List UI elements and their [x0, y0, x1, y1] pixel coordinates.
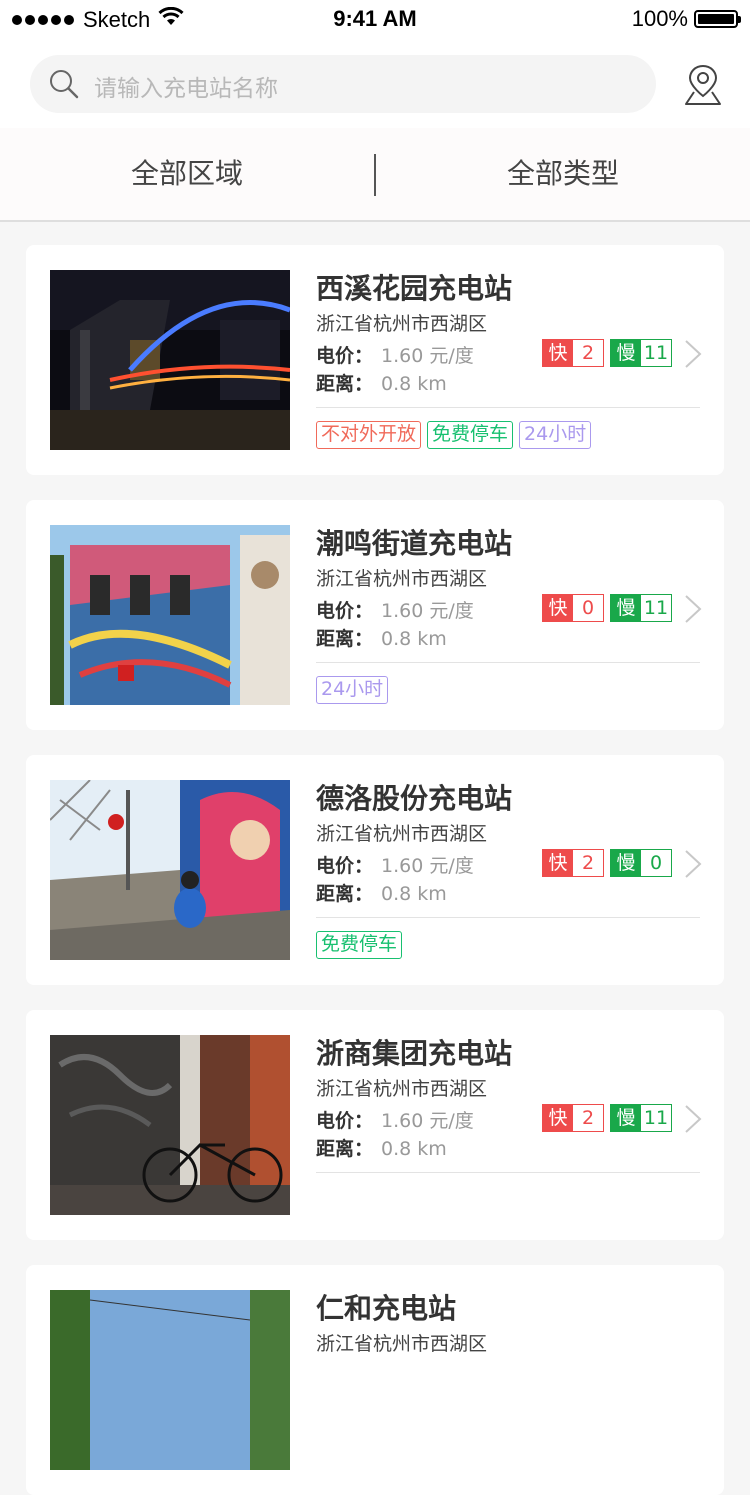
search-input[interactable]: 请输入充电站名称: [30, 55, 656, 113]
fast-count: 2: [573, 1105, 603, 1131]
fast-charger-badge: 快2: [542, 849, 604, 877]
price-row: 电价： 1.60 元/度: [316, 341, 474, 368]
price-value: 1.60 元/度: [381, 345, 474, 367]
battery-percent: 100%: [631, 6, 688, 31]
distance-label: 距离：: [316, 373, 374, 395]
battery-area: 100%: [631, 6, 741, 32]
station-photo: [50, 1035, 290, 1215]
slow-label: 慢: [611, 850, 641, 876]
price-label: 电价：: [316, 600, 374, 622]
distance-row: 距离： 0.8 km: [316, 369, 447, 396]
station-address: 浙江省杭州市西湖区: [316, 1078, 488, 1100]
station-address: 浙江省杭州市西湖区: [316, 568, 488, 590]
chevron-right-icon: [682, 339, 704, 373]
distance-row: 距离： 0.8 km: [316, 879, 447, 906]
divider: [316, 1172, 700, 1173]
fast-charger-badge: 快2: [542, 1104, 604, 1132]
tag-list: 免费停车: [316, 931, 408, 959]
tag: 免费停车: [427, 421, 514, 449]
fast-charger-badge: 快2: [542, 339, 604, 367]
station-address: 浙江省杭州市西湖区: [316, 313, 488, 335]
station-name: 德洛股份充电站: [316, 782, 513, 815]
station-photo: [50, 780, 290, 960]
price-row: 电价： 1.60 元/度: [316, 851, 474, 878]
price-value: 1.60 元/度: [381, 600, 474, 622]
station-photo: [50, 270, 290, 450]
slow-charger-badge: 慢 11: [610, 339, 672, 367]
fast-count: 0: [573, 595, 603, 621]
station-photo: [50, 1290, 290, 1470]
station-name: 浙商集团充电站: [316, 1037, 513, 1070]
station-address: 浙江省杭州市西湖区: [316, 823, 488, 845]
fast-charger-badge: 快0: [542, 594, 604, 622]
search-icon: [48, 68, 80, 104]
distance-row: 距离： 0.8 km: [316, 1134, 447, 1161]
price-label: 电价：: [316, 345, 374, 367]
tag: 不对外开放: [316, 421, 422, 449]
fast-label: 快: [543, 595, 573, 621]
distance-label: 距离：: [316, 628, 374, 650]
slow-charger-badge: 慢 11: [610, 1104, 672, 1132]
station-address: 浙江省杭州市西湖区: [316, 1333, 488, 1355]
fast-count: 2: [573, 340, 603, 366]
status-bar: Sketch 9:41 AM 100%: [0, 0, 750, 40]
distance-label: 距离：: [316, 883, 374, 905]
search-placeholder: 请输入充电站名称: [94, 76, 278, 102]
filter-bar: 全部区域 全部类型: [0, 128, 750, 222]
station-card[interactable]: 仁和充电站 浙江省杭州市西湖区: [26, 1265, 724, 1495]
station-card[interactable]: 潮鸣街道充电站 浙江省杭州市西湖区 电价： 1.60 元/度 距离： 0.8 km …: [26, 500, 724, 730]
search-header: 请输入充电站名称: [0, 40, 750, 128]
distance-row: 距离： 0.8 km: [316, 624, 447, 651]
chevron-right-icon: [682, 594, 704, 628]
station-name: 西溪花园充电站: [316, 272, 513, 305]
slow-label: 慢: [611, 340, 641, 366]
slow-charger-badge: 慢0: [610, 849, 672, 877]
fast-label: 快: [543, 850, 573, 876]
map-pin-icon: [685, 64, 721, 105]
tag: 24小时: [316, 676, 389, 704]
battery-icon: [694, 10, 741, 28]
station-card[interactable]: 德洛股份充电站 浙江省杭州市西湖区 电价： 1.60 元/度 距离： 0.8 km …: [26, 755, 724, 985]
divider: [316, 662, 700, 663]
station-name: 潮鸣街道充电站: [316, 527, 513, 560]
station-photo: [50, 525, 290, 705]
area-filter[interactable]: 全部区域: [0, 128, 374, 220]
price-row: 电价： 1.60 元/度: [316, 596, 474, 623]
tag-list: 不对外开放 免费停车 24小时: [316, 421, 597, 449]
slow-label: 慢: [611, 1105, 641, 1131]
distance-label: 距离：: [316, 1138, 374, 1160]
type-filter[interactable]: 全部类型: [376, 128, 750, 220]
tag-list: 24小时: [316, 676, 394, 704]
station-card[interactable]: 西溪花园充电站 浙江省杭州市西湖区 电价： 1.60 元/度 距离： 0.8 km …: [26, 245, 724, 475]
divider: [316, 917, 700, 918]
price-row: 电价： 1.60 元/度: [316, 1106, 474, 1133]
distance-value: 0.8 km: [381, 373, 447, 395]
slow-count: 0: [641, 850, 671, 876]
slow-charger-badge: 慢 11: [610, 594, 672, 622]
fast-count: 2: [573, 850, 603, 876]
distance-value: 0.8 km: [381, 883, 447, 905]
distance-value: 0.8 km: [381, 1138, 447, 1160]
distance-value: 0.8 km: [381, 628, 447, 650]
tag: 24小时: [519, 421, 592, 449]
slow-count: 11: [641, 595, 671, 621]
station-card[interactable]: 浙商集团充电站 浙江省杭州市西湖区 电价： 1.60 元/度 距离： 0.8 km …: [26, 1010, 724, 1240]
divider: [316, 407, 700, 408]
tag: 免费停车: [316, 931, 403, 959]
slow-count: 11: [641, 340, 671, 366]
chevron-right-icon: [682, 1104, 704, 1138]
price-value: 1.60 元/度: [381, 1110, 474, 1132]
price-label: 电价：: [316, 1110, 374, 1132]
slow-label: 慢: [611, 595, 641, 621]
station-name: 仁和充电站: [316, 1292, 457, 1325]
location-button[interactable]: [682, 62, 724, 108]
price-label: 电价：: [316, 855, 374, 877]
fast-label: 快: [543, 340, 573, 366]
slow-count: 11: [641, 1105, 671, 1131]
price-value: 1.60 元/度: [381, 855, 474, 877]
fast-label: 快: [543, 1105, 573, 1131]
chevron-right-icon: [682, 849, 704, 883]
